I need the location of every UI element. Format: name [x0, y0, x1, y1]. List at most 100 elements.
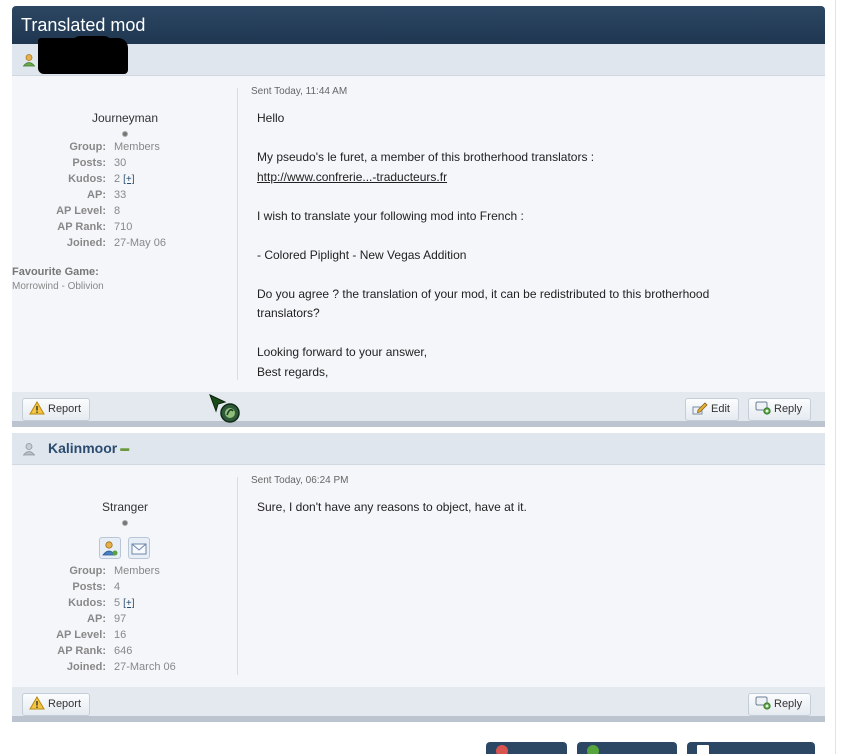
post-divider	[237, 88, 238, 380]
topic-title: Translated mod	[12, 6, 825, 44]
stat-value: 16	[114, 629, 127, 641]
post-header: Kalinmoor ▬	[12, 433, 825, 465]
reply-label: Reply	[774, 698, 803, 710]
user-offline-icon	[22, 443, 36, 456]
stat-value: 33	[114, 189, 127, 201]
reply-bubble-icon	[755, 696, 771, 710]
post-footer: Report Edit Reply	[12, 392, 825, 427]
stat-kudos: Kudos: 5 [+]	[12, 595, 238, 611]
stat-label: Posts:	[72, 157, 106, 169]
post-line: I wish to translate your following mod i…	[257, 208, 524, 223]
add-icon	[587, 745, 599, 754]
stat-value: Members	[114, 565, 160, 577]
favourite-game-value: Morrowind - Oblivion	[12, 281, 104, 292]
report-label: Report	[48, 698, 82, 710]
send-message-button[interactable]	[128, 537, 150, 559]
user-online-icon	[22, 54, 36, 67]
stat-ap-rank: AP Rank: 710	[12, 219, 238, 235]
kudos-plus-link[interactable]: [+]	[123, 174, 134, 185]
post-line: Do you agree ? the translation of your m…	[257, 286, 710, 301]
stat-value: 710	[114, 221, 133, 233]
favourite-game-label: Favourite Game:	[12, 266, 99, 278]
stat-label: AP:	[87, 189, 106, 201]
reply-label: Reply	[774, 403, 803, 415]
rank-pip-icon	[122, 520, 128, 526]
stat-ap-level: AP Level: 16	[12, 627, 238, 643]
edit-pencil-icon	[692, 402, 708, 415]
stat-value: 5 [+]	[114, 595, 135, 612]
kudos-plus-link[interactable]: [+]	[123, 598, 134, 609]
post-line: Hello	[257, 111, 285, 125]
post-body: Journeyman Group: Members Posts: 30 Kudo…	[12, 76, 825, 392]
user-title: Stranger	[101, 500, 149, 514]
stat-label: AP Rank:	[57, 221, 106, 233]
post-divider	[237, 477, 238, 675]
stat-label: Kudos:	[68, 173, 106, 185]
stat-value: 97	[114, 613, 127, 625]
stat-joined: Joined: 27-May 06	[12, 235, 238, 251]
stat-label: AP Rank:	[57, 645, 106, 657]
stat-posts: Posts: 4	[12, 579, 238, 595]
edit-button[interactable]: Edit	[685, 398, 739, 421]
post-line: Looking forward to your answer,	[257, 345, 428, 359]
stat-value: 8	[114, 205, 121, 217]
stat-label: Group:	[69, 141, 106, 153]
post-line: Sure, I don't have any reasons to object…	[257, 500, 527, 514]
post-body: Stranger Group: Members Posts: 4 Kudos:	[12, 465, 825, 687]
report-label: Report	[48, 403, 82, 415]
post-line: My pseudo's le furet, a member of this b…	[257, 150, 595, 164]
warning-triangle-icon	[29, 401, 45, 415]
stat-posts: Posts: 30	[12, 155, 238, 171]
page-scrollbar[interactable]	[835, 0, 841, 754]
user-title: Journeyman	[91, 111, 159, 125]
stat-label: Group:	[69, 565, 106, 577]
reply-button[interactable]: Reply	[748, 398, 812, 421]
stat-group: Group: Members	[12, 139, 238, 155]
post-header	[12, 36, 825, 76]
report-button[interactable]: Report	[22, 693, 91, 716]
compose-icon	[697, 745, 709, 754]
reply-button[interactable]: Reply	[748, 693, 812, 716]
add-reply-button[interactable]	[577, 742, 677, 754]
post-footer: Report Reply	[12, 687, 825, 722]
compose-button[interactable]	[687, 742, 815, 754]
delete-button[interactable]	[486, 742, 567, 754]
stat-label: Kudos:	[68, 597, 106, 609]
stat-label: Joined:	[66, 237, 106, 249]
reply-bubble-icon	[755, 401, 771, 415]
stat-value: 4	[114, 581, 121, 593]
author-name-link[interactable]: Kalinmoor ▬	[48, 440, 129, 456]
rank-pip-icon	[122, 131, 128, 137]
stat-value: 646	[114, 645, 133, 657]
kudos-value: 2	[114, 173, 121, 185]
post-line: - Colored Piplight - New Vegas Addition	[257, 247, 467, 262]
profile-card-icon	[102, 541, 118, 556]
post-date: Sent Today, 06:24 PM	[251, 475, 349, 486]
stat-label: AP Level:	[56, 205, 106, 217]
post-line: Best regards,	[257, 364, 329, 379]
send-message-icon	[131, 543, 147, 555]
stat-ap: AP: 97	[12, 611, 238, 627]
stat-value: 2 [+]	[114, 171, 135, 188]
mouse-cursor-icon	[209, 394, 240, 423]
post-date: Sent Today, 11:44 AM	[251, 86, 348, 97]
profile-card-icon[interactable]: ▬	[120, 443, 129, 453]
kudos-value: 5	[114, 597, 121, 609]
post-line: translators?	[257, 306, 320, 320]
stat-kudos: Kudos: 2 [+]	[12, 171, 238, 187]
stat-joined: Joined: 27-March 06	[12, 659, 238, 675]
stat-value: 30	[114, 157, 127, 169]
post-link[interactable]: http://www.confrerie...-traducteurs.fr	[257, 170, 447, 184]
report-button[interactable]: Report	[22, 398, 91, 421]
stat-label: Joined:	[66, 661, 106, 673]
stat-value: 27-May 06	[114, 237, 166, 249]
author-name: Kalinmoor	[48, 440, 118, 456]
stat-value: 27-March 06	[114, 661, 176, 673]
edit-label: Edit	[711, 403, 730, 415]
stat-group: Group: Members	[12, 563, 238, 579]
stat-ap-rank: AP Rank: 646	[12, 643, 238, 659]
view-profile-button[interactable]	[99, 537, 121, 559]
stat-ap-level: AP Level: 8	[12, 203, 238, 219]
stat-label: AP Level:	[56, 629, 106, 641]
redacted-author-name-extra	[72, 36, 112, 56]
